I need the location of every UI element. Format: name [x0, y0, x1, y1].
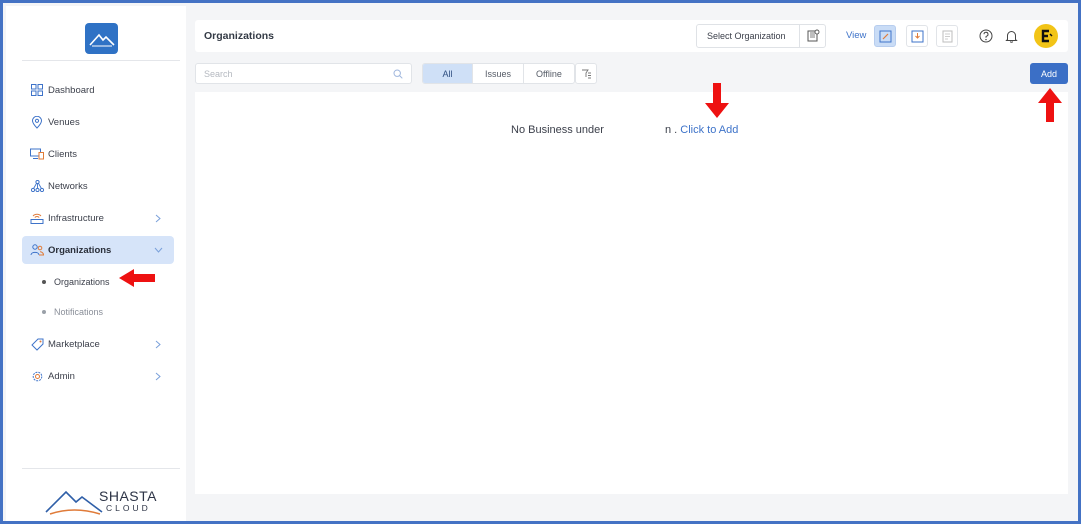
- edit-view-icon: [879, 30, 891, 42]
- sidebar: Dashboard Venues Clients Networks Infras…: [6, 6, 186, 521]
- sidebar-item-admin[interactable]: Admin: [22, 362, 174, 390]
- sidebar-item-label: Infrastructure: [48, 212, 104, 224]
- sidebar-divider: [22, 468, 180, 469]
- sidebar-item-organizations[interactable]: Organizations: [22, 236, 174, 264]
- chevron-right-icon: [152, 338, 164, 350]
- empty-state-text: No Business under: [511, 124, 607, 136]
- chevron-down-icon: [152, 244, 164, 256]
- brand-name: SHASTA: [99, 488, 157, 504]
- tab-issues[interactable]: Issues: [473, 64, 525, 83]
- sidebar-item-clients[interactable]: Clients: [22, 140, 174, 168]
- sidebar-item-dashboard[interactable]: Dashboard: [22, 76, 174, 104]
- sidebar-item-label: Admin: [48, 370, 75, 382]
- search-box[interactable]: [195, 63, 412, 84]
- view-report-button[interactable]: [936, 25, 958, 47]
- subnav-item-label: Notifications: [54, 307, 104, 317]
- select-organization-dropdown[interactable]: Select Organization: [696, 24, 826, 48]
- sidebar-item-label: Marketplace: [48, 338, 100, 350]
- status-filter-tabs: All Issues Offline: [422, 63, 575, 84]
- annotation-arrow-up-icon: [1038, 88, 1062, 122]
- shasta-cloud-logo: SHASTA CLOUD: [44, 484, 164, 520]
- devices-icon: [30, 147, 44, 161]
- sidebar-item-label: Dashboard: [48, 84, 95, 96]
- bullet-icon: [42, 310, 46, 314]
- mountain-logo-icon: [88, 33, 115, 46]
- redacted-region: [607, 124, 665, 137]
- users-icon: [30, 243, 44, 257]
- filter-button[interactable]: [575, 63, 597, 84]
- sidebar-divider: [22, 60, 180, 61]
- annotation-arrow-down-icon: [705, 83, 729, 118]
- location-pin-icon: [30, 115, 44, 129]
- page-title: Organizations: [204, 30, 275, 42]
- network-icon: [30, 179, 44, 193]
- chevron-right-icon: [152, 212, 164, 224]
- router-icon: [30, 211, 44, 225]
- grid-icon: [30, 83, 44, 97]
- tab-all[interactable]: All: [423, 64, 473, 83]
- bell-icon[interactable]: [1003, 28, 1019, 44]
- annotation-arrow-left-icon: [119, 269, 155, 287]
- gear-icon: [30, 369, 44, 383]
- tag-icon: [30, 337, 44, 351]
- tab-offline[interactable]: Offline: [524, 64, 574, 83]
- view-label: View: [846, 30, 867, 41]
- report-view-icon: [942, 30, 952, 42]
- chevron-right-icon: [152, 370, 164, 382]
- sidebar-nav: Dashboard Venues Clients Networks Infras…: [22, 76, 174, 394]
- sidebar-item-infrastructure[interactable]: Infrastructure: [22, 204, 174, 232]
- top-header: Organizations Select Organization View: [195, 20, 1068, 52]
- sidebar-item-label: Venues: [48, 116, 80, 128]
- brand-subtitle: CLOUD: [106, 503, 151, 513]
- view-edit-button[interactable]: [874, 25, 896, 47]
- bullet-icon: [42, 280, 46, 284]
- empty-state-tail: n .: [665, 124, 678, 136]
- subnav-item-label: Organizations: [54, 277, 110, 287]
- sidebar-item-label: Organizations: [48, 244, 112, 256]
- sidebar-item-marketplace[interactable]: Marketplace: [22, 330, 174, 358]
- main-content: No Business under n . Click to Add: [195, 92, 1068, 494]
- view-download-button[interactable]: [906, 25, 928, 47]
- subnav-item-notifications[interactable]: Notifications: [22, 298, 174, 326]
- filter-icon: [581, 69, 591, 78]
- click-to-add-link[interactable]: Click to Add: [680, 124, 738, 136]
- empty-state-message: No Business under n . Click to Add: [511, 124, 738, 137]
- sidebar-item-label: Clients: [48, 148, 78, 160]
- user-avatar[interactable]: [1034, 24, 1058, 48]
- sidebar-item-label: Networks: [48, 180, 88, 192]
- app-logo[interactable]: [85, 23, 118, 54]
- select-organization-label: Select Organization: [707, 31, 786, 41]
- sidebar-item-networks[interactable]: Networks: [22, 172, 174, 200]
- app-window: Dashboard Venues Clients Networks Infras…: [0, 0, 1081, 524]
- add-button[interactable]: Add: [1030, 63, 1068, 84]
- sidebar-item-venues[interactable]: Venues: [22, 108, 174, 136]
- search-input[interactable]: [196, 68, 386, 79]
- brand-mountain-icon: [45, 490, 103, 515]
- download-view-icon: [911, 30, 923, 42]
- search-icon: [393, 69, 403, 79]
- organization-switch-icon[interactable]: [799, 25, 825, 47]
- help-icon[interactable]: [978, 28, 994, 44]
- avatar-logo-icon: [1041, 29, 1053, 43]
